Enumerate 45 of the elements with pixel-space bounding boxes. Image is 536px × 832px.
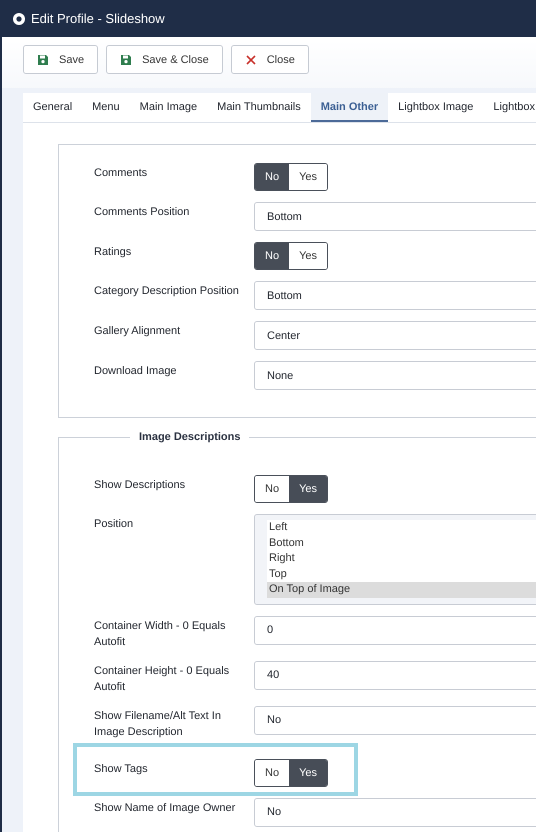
- input-field[interactable]: 40: [254, 660, 536, 690]
- tab[interactable]: General: [23, 93, 82, 122]
- select-field[interactable]: Center: [254, 321, 536, 350]
- field-label: Show Tags: [94, 762, 149, 777]
- toggle-option[interactable]: No: [255, 164, 290, 190]
- close-button[interactable]: Close: [230, 45, 309, 74]
- tab[interactable]: Lightbox: [483, 93, 536, 122]
- select-field[interactable]: None: [254, 361, 536, 390]
- field-label: Category Description Position: [94, 284, 240, 299]
- field-label: Download Image: [94, 364, 178, 379]
- section-legend: Image Descriptions: [130, 429, 250, 445]
- list-option[interactable]: Left: [267, 520, 536, 536]
- close-icon: [244, 54, 257, 66]
- field-label: Position: [94, 517, 134, 532]
- list-option[interactable]: Right: [267, 551, 536, 567]
- tab[interactable]: Main Thumbnails: [207, 93, 311, 122]
- field-label: Gallery Alignment: [94, 324, 182, 339]
- select-field[interactable]: Bottom: [254, 202, 536, 231]
- field-label: Comments: [94, 166, 148, 181]
- tab[interactable]: Lightbox Image: [388, 93, 484, 122]
- field-label: Comments Position: [94, 205, 190, 220]
- toggle-option[interactable]: Yes: [289, 760, 328, 786]
- field-label: Show Name of Image Owner: [94, 800, 236, 816]
- tab[interactable]: Main Other: [310, 93, 388, 122]
- toggle-option[interactable]: Yes: [289, 476, 328, 502]
- field-label: Container Width - 0 Equals Autofit: [94, 618, 226, 650]
- field-label: Container Height - 0 Equals Autofit: [94, 664, 230, 695]
- window-title: Edit Profile - Slideshow: [31, 11, 165, 26]
- field-label: Ratings: [94, 245, 132, 260]
- list-box[interactable]: Left Bottom Right Top On Top of Image: [254, 514, 536, 605]
- list-option[interactable]: Top: [267, 566, 536, 582]
- toggle-option[interactable]: No: [255, 243, 290, 269]
- select-field[interactable]: No: [254, 798, 536, 827]
- tab[interactable]: Menu: [82, 93, 130, 122]
- list-option[interactable]: On Top of Image: [267, 582, 536, 598]
- select-field[interactable]: No: [254, 706, 536, 735]
- field-label: Show Filename/Alt Text In Image Description: [94, 708, 222, 740]
- select-field[interactable]: Bottom: [254, 281, 536, 310]
- radio-icon: [13, 12, 25, 24]
- field-label: Show Descriptions: [94, 478, 186, 493]
- save-button[interactable]: Save: [23, 45, 98, 74]
- save-button[interactable]: Save & Close: [106, 45, 223, 74]
- list-option[interactable]: Bottom: [267, 536, 536, 552]
- input-field[interactable]: 0: [254, 616, 536, 645]
- tab[interactable]: Main Image: [130, 93, 208, 122]
